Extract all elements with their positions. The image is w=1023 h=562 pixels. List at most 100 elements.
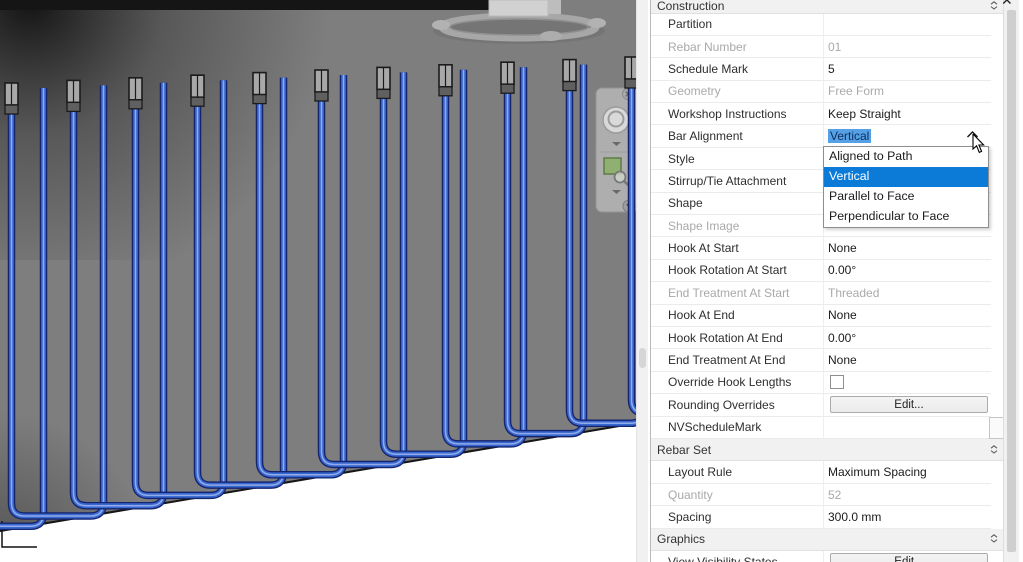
- value-text: 01: [828, 39, 842, 54]
- property-value[interactable]: [823, 371, 991, 394]
- property-row: Hook At End None: [651, 304, 991, 327]
- value-text: None: [828, 308, 857, 323]
- property-row: Workshop Instructions Keep Straight: [651, 103, 991, 126]
- property-label: View Visibility States: [668, 554, 778, 562]
- dropdown-item[interactable]: Vertical: [824, 166, 988, 187]
- dropdown-item[interactable]: Aligned to Path: [824, 147, 988, 167]
- property-label: Stirrup/Tie Attachment: [668, 173, 787, 188]
- revit-window: Construction Partition Rebar Number 01 Sched…: [0, 0, 1023, 562]
- property-value[interactable]: Keep Straight: [823, 103, 991, 125]
- section-header-label: Construction: [657, 0, 725, 14]
- section-collapse-icon[interactable]: [990, 534, 998, 543]
- rebar-coupler[interactable]: [252, 71, 267, 105]
- property-label: Override Hook Lengths: [668, 375, 792, 390]
- section-header-label: Graphics: [657, 532, 706, 547]
- property-label: Partition: [668, 17, 713, 32]
- close-icon[interactable]: ✕: [1001, 0, 1013, 9]
- section-header[interactable]: Graphics: [651, 528, 1004, 552]
- rebar-coupler[interactable]: [4, 82, 19, 115]
- mouse-cursor: [972, 134, 985, 154]
- property-row: Hook Rotation At Start 0.00°: [651, 259, 991, 283]
- property-label: Hook Rotation At Start: [668, 263, 787, 278]
- model-viewport[interactable]: [0, 0, 637, 562]
- row-side-button[interactable]: [989, 417, 1004, 439]
- value-text: Keep Straight: [828, 106, 901, 121]
- properties-panel: Construction Partition Rebar Number 01 Sched…: [650, 0, 1004, 562]
- panel-scrollbar[interactable]: [1003, 0, 1019, 562]
- rebar-coupler[interactable]: [376, 66, 391, 100]
- dropdown-item[interactable]: Perpendicular to Face: [824, 207, 988, 227]
- property-row: Spacing 300.0 mm: [651, 506, 991, 529]
- property-row: Rebar Number 01: [651, 35, 991, 59]
- property-label: Schedule Mark: [668, 61, 749, 76]
- combo-selected-text[interactable]: Vertical: [828, 129, 872, 144]
- value-text: 300.0 mm: [828, 509, 882, 524]
- property-row: Bar Alignment Vertical: [651, 125, 991, 148]
- bar-alignment-dropdown[interactable]: Aligned to Path Vertical Parallel to Face P…: [823, 146, 989, 228]
- override-hook-lengths-checkbox[interactable]: [830, 375, 844, 390]
- value-text: Threaded: [828, 285, 880, 300]
- rebar-coupler[interactable]: [438, 64, 453, 97]
- value-text: None: [828, 353, 857, 368]
- property-value[interactable]: None: [823, 304, 991, 326]
- property-value[interactable]: Edit...: [823, 394, 991, 416]
- section-collapse-icon[interactable]: [990, 444, 998, 454]
- rebar-coupler[interactable]: [500, 61, 515, 94]
- property-row: Quantity 52: [651, 483, 991, 507]
- property-label: Bar Alignment: [668, 129, 743, 144]
- property-label: Geometry: [668, 84, 721, 99]
- property-value[interactable]: [823, 13, 991, 35]
- property-value[interactable]: None: [823, 349, 991, 371]
- property-value[interactable]: 5: [823, 58, 991, 80]
- dropdown-item[interactable]: Parallel to Face: [824, 187, 988, 207]
- rebar-coupler[interactable]: [314, 69, 329, 102]
- property-label: End Treatment At Start: [668, 285, 790, 300]
- property-label: Rounding Overrides: [668, 397, 775, 412]
- section-header[interactable]: Construction: [651, 0, 1004, 14]
- property-label: Layout Rule: [668, 465, 733, 480]
- edit-button[interactable]: Edit...: [830, 396, 988, 414]
- property-row: Geometry Free Form: [651, 80, 991, 104]
- property-value[interactable]: None: [823, 237, 991, 259]
- viewport-scrollbar[interactable]: [636, 0, 648, 562]
- property-label: Rebar Number: [668, 39, 747, 54]
- viewport-scrollbar-thumb[interactable]: [639, 348, 646, 368]
- property-value[interactable]: [823, 416, 991, 438]
- property-row: Schedule Mark 5: [651, 58, 991, 81]
- value-text: Free Form: [828, 84, 885, 99]
- rebar-coupler[interactable]: [190, 74, 205, 107]
- property-row: End Treatment At Start Threaded: [651, 282, 991, 305]
- value-text: 52: [828, 487, 842, 502]
- property-label: NVScheduleMark: [668, 420, 762, 435]
- property-row: NVScheduleMark: [651, 416, 991, 439]
- property-label: Hook At Start: [668, 241, 739, 256]
- property-value[interactable]: 0.00°: [823, 259, 991, 282]
- property-label: End Treatment At End: [668, 353, 786, 368]
- value-text: Maximum Spacing: [828, 465, 927, 480]
- section-collapse-icon[interactable]: [990, 1, 998, 10]
- rebar-coupler[interactable]: [128, 77, 143, 110]
- rebar-coupler[interactable]: [66, 79, 81, 113]
- property-row: Partition: [651, 13, 991, 36]
- property-value[interactable]: Edit...: [823, 551, 991, 562]
- panel-scrollbar-thumb[interactable]: [1006, 10, 1016, 552]
- value-text: 0.00°: [828, 330, 857, 345]
- section-header[interactable]: Rebar Set: [651, 438, 1004, 462]
- property-label: Shape Image: [668, 218, 740, 233]
- property-value[interactable]: 52: [823, 483, 991, 506]
- property-value[interactable]: Maximum Spacing: [823, 461, 991, 483]
- property-label: Style: [668, 151, 695, 166]
- property-row: Override Hook Lengths: [651, 371, 991, 395]
- property-value[interactable]: Threaded: [823, 282, 991, 304]
- edit-button[interactable]: Edit...: [830, 553, 988, 562]
- rebar-coupler[interactable]: [562, 58, 577, 92]
- property-value[interactable]: 01: [823, 35, 991, 58]
- property-label: Shape: [668, 196, 703, 211]
- property-value[interactable]: 0.00°: [823, 326, 991, 349]
- property-row: Layout Rule Maximum Spacing: [651, 461, 991, 484]
- value-text: None: [828, 241, 857, 256]
- property-value[interactable]: Free Form: [823, 80, 991, 103]
- property-value[interactable]: 300.0 mm: [823, 506, 991, 528]
- magnifier-icon: [613, 170, 627, 184]
- property-row: View Visibility States Edit...: [651, 551, 991, 562]
